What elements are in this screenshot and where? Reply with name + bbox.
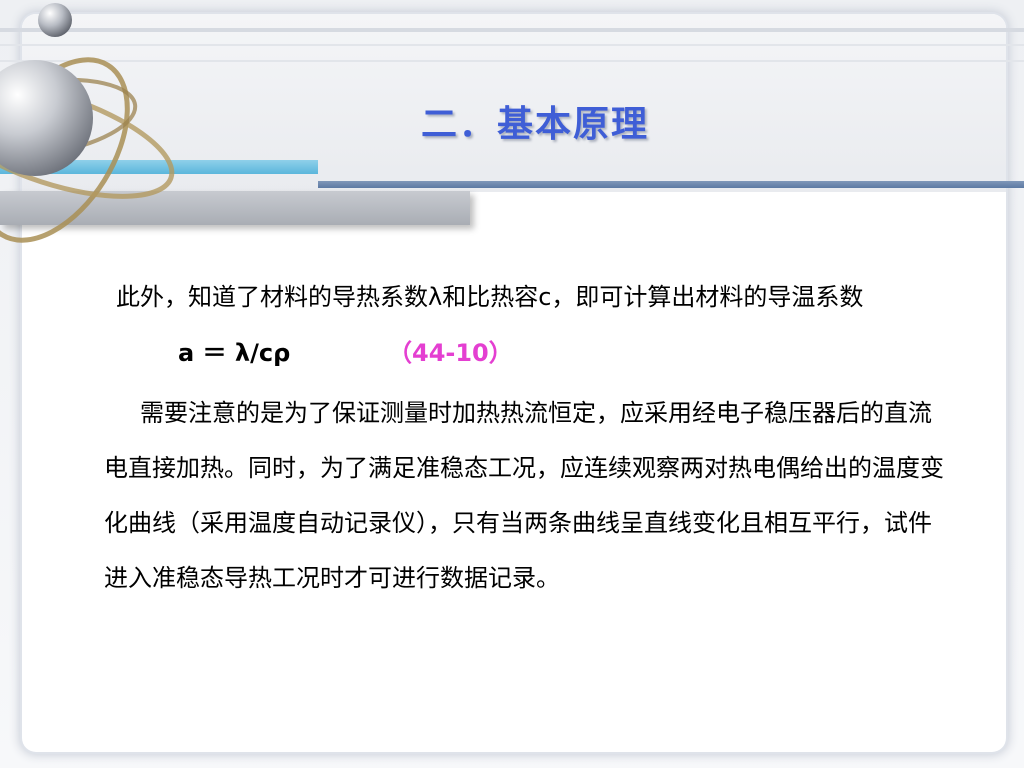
body-paragraph: 需要注意的是为了保证测量时加热热流恒定，应采用经电子稳压器后的直流电直接加热。同… [104,399,944,592]
slide-title: 二．基本原理 [420,104,649,145]
accent-navy-line [318,181,1024,188]
formula-line: a ＝ λ/cρ （44-10） [104,324,954,382]
slide-body: 此外，知道了材料的导热系数λ和比热容c，即可计算出材料的导温系数 a ＝ λ/c… [104,270,954,606]
body-paragraph: 此外，知道了材料的导热系数λ和比热容c，即可计算出材料的导温系数 [116,283,864,311]
equation-number: （44-10） [388,339,513,367]
formula-expression: a ＝ λ/cρ [178,339,291,367]
